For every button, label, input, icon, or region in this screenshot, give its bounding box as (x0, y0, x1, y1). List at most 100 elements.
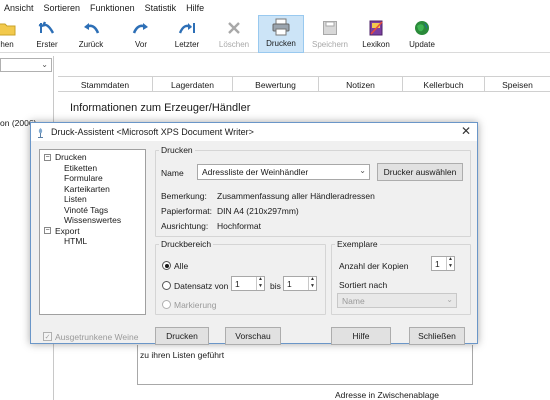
radio-datensatz-label[interactable]: Datensatz von (174, 281, 228, 291)
tab-lagerdaten[interactable]: Lagerdaten (153, 77, 233, 92)
toolbar-update-label: Update (409, 40, 435, 49)
tree-item-label: Etiketten (64, 162, 98, 173)
dialog-title: Druck-Assistent <Microsoft XPS Document … (51, 127, 254, 137)
toolbar-save-label: Speichern (311, 40, 349, 49)
toolbar-delete-button[interactable]: Löschen (215, 15, 253, 53)
toolbar-lexicon-button[interactable]: Lexikon (358, 15, 394, 53)
finished-wines-label[interactable]: Ausgetrunkene Weine (55, 332, 138, 342)
back-icon (81, 19, 101, 37)
collapse-icon[interactable]: − (44, 227, 51, 234)
globe-icon (412, 19, 432, 37)
print-template-value: Adressliste der Weinhändler (202, 167, 309, 177)
print-category-tree: − Drucken Etiketten Formulare Karteikart… (39, 149, 146, 315)
forward-icon (131, 19, 151, 37)
print-button[interactable]: Drucken (155, 327, 209, 345)
tree-item-html[interactable]: HTML (40, 236, 145, 247)
tab-speisen[interactable]: Speisen (485, 77, 550, 92)
close-button[interactable]: Schließen (409, 327, 465, 345)
tree-item-drucken[interactable]: − Drucken (40, 152, 145, 163)
tree-item-label: Formulare (64, 173, 103, 183)
record-to-value: 1 (287, 278, 292, 289)
tab-bar: Stammdaten Lagerdaten Bewertung Notizen … (58, 76, 550, 92)
menu-bar: Ansicht Sortieren Funktionen Statistik H… (0, 0, 550, 15)
record-from-value: 1 (235, 278, 240, 289)
ausrichtung-label: Ausrichtung: (161, 221, 209, 231)
sort-label: Sortiert nach (339, 280, 388, 290)
chevron-down-icon: ⌄ (359, 166, 366, 175)
toolbar-update-button[interactable]: Update (404, 15, 440, 53)
menu-hilfe[interactable]: Hilfe (186, 3, 204, 13)
radio-markierung[interactable] (162, 300, 171, 309)
left-filter-combo[interactable]: ⌄ (0, 58, 52, 72)
toolbar-forward-label: Vor (134, 40, 147, 49)
tree-item-label: Export (55, 225, 80, 236)
bemerkung-value: Zusammenfassung aller Händleradressen (217, 191, 375, 201)
radio-markierung-label[interactable]: Markierung (174, 300, 217, 310)
print-template-select[interactable]: Adressliste der Weinhändler ⌄ (197, 164, 370, 180)
background-text: zu ihren Listen geführt (140, 350, 225, 360)
toolbar-delete-label: Löschen (218, 40, 250, 49)
spinner-arrows-icon[interactable]: ▲ ▼ (308, 277, 316, 290)
tab-kellerbuch[interactable]: Kellerbuch (403, 77, 485, 92)
toolbar-save-button[interactable]: Speichern (308, 15, 352, 53)
spinner-arrows-icon[interactable]: ▲ ▼ (256, 277, 264, 290)
bis-label: bis (270, 281, 281, 291)
radio-alle-label[interactable]: Alle (174, 261, 188, 271)
menu-statistik[interactable]: Statistik (145, 3, 177, 13)
copies-value: 1 (435, 258, 440, 269)
tree-item-export[interactable]: − Export (40, 226, 145, 237)
toolbar-back-button[interactable]: Zurück (74, 15, 108, 53)
first-icon (37, 19, 57, 37)
exemplare-group-legend: Exemplare (337, 239, 378, 249)
toolbar-lexicon-label: Lexikon (362, 40, 390, 49)
open-folder-icon (0, 19, 17, 37)
delete-icon (224, 19, 244, 37)
tree-item-listen[interactable]: Listen (40, 194, 145, 205)
druckbereich-group-legend: Druckbereich (161, 239, 212, 249)
toolbar-print-label: Drucken (266, 39, 296, 48)
tab-notizen[interactable]: Notizen (319, 77, 403, 92)
tree-item-label: Vinoté Tags (64, 204, 109, 215)
help-button[interactable]: Hilfe (331, 327, 391, 345)
select-printer-button[interactable]: Drucker auswählen (377, 163, 463, 181)
tree-item-vinote-tags[interactable]: Vinoté Tags (40, 205, 145, 216)
preview-button[interactable]: Vorschau (225, 327, 281, 345)
record-from-spinner[interactable]: 1 ▲ ▼ (231, 276, 265, 291)
tree-item-etiketten[interactable]: Etiketten (40, 163, 145, 174)
record-to-spinner[interactable]: 1 ▲ ▼ (283, 276, 317, 291)
toolbar-forward-button[interactable]: Vor (124, 15, 158, 53)
copies-spinner[interactable]: 1 ▲ ▼ (431, 256, 455, 271)
toolbar-first-button[interactable]: Erster (30, 15, 64, 53)
save-icon (320, 19, 340, 37)
toolbar-print-button[interactable]: Drucken (258, 15, 304, 53)
clipboard-address-label[interactable]: Adresse in Zwischenablage (335, 390, 439, 400)
ausrichtung-value: Hochformat (217, 221, 261, 231)
papierformat-label: Papierformat: (161, 206, 213, 216)
tree-item-label: Listen (64, 194, 87, 204)
menu-ansicht[interactable]: Ansicht (4, 3, 34, 13)
chevron-down-icon: ⌄ (41, 60, 48, 69)
section-heading: Informationen zum Erzeuger/Händler (70, 102, 251, 114)
app-icon (35, 127, 46, 138)
papierformat-value: DIN A4 (210x297mm) (217, 206, 299, 216)
toolbar-back-label: Zurück (78, 40, 104, 49)
radio-alle[interactable] (162, 261, 171, 270)
toolbar-open-button[interactable]: hen (0, 15, 20, 53)
finished-wines-checkbox[interactable]: ✓ (43, 332, 52, 341)
tab-bewertung[interactable]: Bewertung (233, 77, 319, 92)
tree-item-label: HTML (64, 236, 88, 246)
menu-funktionen[interactable]: Funktionen (90, 3, 135, 13)
toolbar-last-button[interactable]: Letzter (168, 15, 206, 53)
sort-select[interactable]: Name ⌄ (337, 293, 457, 308)
spinner-arrows-icon[interactable]: ▲ ▼ (446, 257, 454, 270)
tree-item-formulare[interactable]: Formulare (40, 173, 145, 184)
close-icon[interactable]: ✕ (461, 125, 471, 137)
tab-stammdaten[interactable]: Stammdaten (58, 77, 153, 92)
tree-item-wissenswertes[interactable]: Wissenswertes (40, 215, 145, 226)
radio-datensatz[interactable] (162, 281, 171, 290)
sort-value: Name (342, 295, 365, 306)
tree-item-karteikarten[interactable]: Karteikarten (40, 184, 145, 195)
tree-item-label: Wissenswertes (64, 215, 122, 225)
collapse-icon[interactable]: − (44, 153, 51, 161)
menu-sortieren[interactable]: Sortieren (44, 3, 81, 13)
